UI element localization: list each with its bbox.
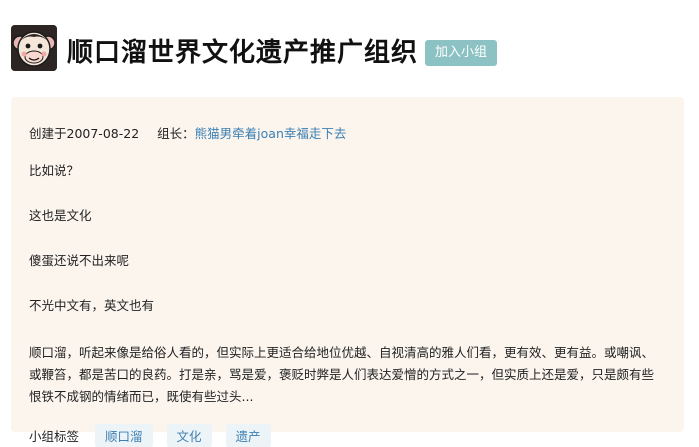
monkey-avatar-icon <box>11 25 57 71</box>
tag-link[interactable]: 顺口溜 <box>95 424 153 447</box>
intro-paragraph: 傻蛋还说不出来呢 <box>29 253 130 268</box>
group-meta: 创建于2007-08-22 组长：熊猫男牵着joan幸福走下去 <box>29 123 666 142</box>
tags-label: 小组标签 <box>29 429 80 444</box>
group-title: 顺口溜世界文化遗产推广组织 <box>67 38 419 68</box>
leader-label: 组长： <box>157 126 195 141</box>
group-tags: 小组标签 顺口溜 文化 遗产 <box>29 424 666 447</box>
created-date: 创建于2007-08-22 <box>29 126 140 141</box>
tag-link[interactable]: 文化 <box>166 424 212 447</box>
intro-paragraph: 比如说？ <box>29 163 80 178</box>
group-header: 顺口溜世界文化遗产推广组织 加入小组 <box>0 0 699 82</box>
intro-paragraph: 不光中文有，英文也有 <box>29 298 155 313</box>
group-avatar[interactable] <box>11 25 57 71</box>
intro-paragraph: 这也是文化 <box>29 208 92 223</box>
join-group-button[interactable]: 加入小组 <box>425 40 498 66</box>
group-intro-card: 创建于2007-08-22 组长：熊猫男牵着joan幸福走下去 比如说？ 这也是文… <box>11 97 684 447</box>
tag-link[interactable]: 遗产 <box>225 424 271 447</box>
intro-long-text: 顺口溜，听起来像是给俗人看的，但实际上更适合给地位优越、自视清高的雅人们看，更有… <box>29 345 655 404</box>
leader-link[interactable]: 熊猫男牵着joan幸福走下去 <box>195 126 347 141</box>
